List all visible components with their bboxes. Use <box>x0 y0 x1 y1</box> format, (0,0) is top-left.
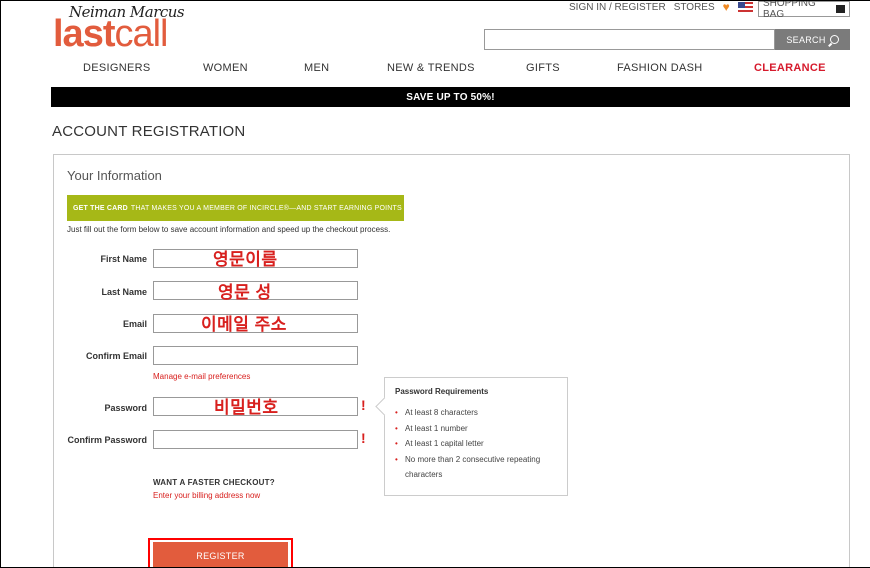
nav-gifts[interactable]: GIFTS <box>526 62 560 74</box>
logo-lastcall[interactable]: lastcall <box>53 13 169 55</box>
last-name-annotation: 영문 성 <box>218 283 272 302</box>
billing-address-link[interactable]: Enter your billing address now <box>153 491 260 500</box>
requirement-item: At least 1 number <box>395 421 557 437</box>
us-flag-icon[interactable] <box>737 2 753 12</box>
search-icon <box>829 35 839 44</box>
confirm-email-label: Confirm Email <box>85 351 147 361</box>
stores-link[interactable]: STORES <box>674 2 715 13</box>
page-title: ACCOUNT REGISTRATION <box>52 123 246 140</box>
search-input[interactable] <box>484 29 775 50</box>
email-annotation: 이메일 주소 <box>201 315 287 334</box>
nav-designers[interactable]: DESIGNERS <box>83 62 151 74</box>
requirement-item: No more than 2 consecutive repeating cha… <box>395 452 557 483</box>
main-nav: DESIGNERS WOMEN MEN NEW & TRENDS GIFTS F… <box>51 62 851 76</box>
logo-bold: last <box>53 13 115 55</box>
first-name-annotation: 영문이름 <box>213 250 278 269</box>
password-requirements-tooltip: Password Requirements At least 8 charact… <box>384 377 568 496</box>
nav-men[interactable]: MEN <box>304 62 329 74</box>
card-banner-bold: GET THE CARD <box>73 204 128 212</box>
password-label: Password <box>104 403 147 413</box>
password-annotation: 비밀번호 <box>214 398 279 417</box>
faster-checkout-heading: WANT A FASTER CHECKOUT? <box>153 478 275 487</box>
shopping-bag-label: SHOPPING BAG <box>763 0 816 20</box>
nav-new-trends[interactable]: NEW & TRENDS <box>387 62 475 74</box>
last-name-label: Last Name <box>101 287 147 297</box>
confirm-password-label: Confirm Password <box>67 435 147 445</box>
shopping-bag-button[interactable]: SHOPPING BAG <box>758 0 850 20</box>
card-banner-text: THAT MAKES YOU A MEMBER OF INCIRCLE®—AND… <box>130 205 404 212</box>
requirement-item: At least 8 characters <box>395 405 557 421</box>
logo-light: call <box>114 13 168 55</box>
form-intro: Just fill out the form below to save acc… <box>67 225 391 234</box>
confirm-email-field[interactable] <box>153 346 358 365</box>
utility-links: SIGN IN / REGISTER STORES ♥ <box>569 1 761 14</box>
nav-women[interactable]: WOMEN <box>203 62 248 74</box>
search-button-label: SEARCH <box>786 34 826 45</box>
get-the-card-banner[interactable]: GET THE CARD THAT MAKES YOU A MEMBER OF … <box>67 195 404 221</box>
register-button[interactable]: REGISTER <box>153 542 288 567</box>
sign-in-link[interactable]: SIGN IN / REGISTER <box>569 2 666 13</box>
nav-fashion-dash[interactable]: FASHION DASH <box>617 62 703 74</box>
page-frame: Neiman Marcus lastcall SIGN IN / REGISTE… <box>0 0 870 568</box>
promo-banner[interactable]: SAVE UP TO 50%! <box>51 87 850 107</box>
section-title: Your Information <box>67 168 162 183</box>
heart-icon[interactable]: ♥ <box>723 1 730 14</box>
confirm-password-error-icon: ! <box>361 430 366 446</box>
confirm-password-field[interactable] <box>153 430 358 449</box>
first-name-label: First Name <box>100 254 147 264</box>
requirement-item: At least 1 capital letter <box>395 436 557 452</box>
manage-email-preferences-link[interactable]: Manage e-mail preferences <box>153 372 250 381</box>
bag-icon <box>835 5 845 13</box>
password-error-icon: ! <box>361 397 366 413</box>
search-button[interactable]: SEARCH <box>775 29 850 50</box>
password-requirements-title: Password Requirements <box>395 387 489 396</box>
email-label: Email <box>122 319 147 329</box>
nav-clearance[interactable]: CLEARANCE <box>754 62 826 74</box>
